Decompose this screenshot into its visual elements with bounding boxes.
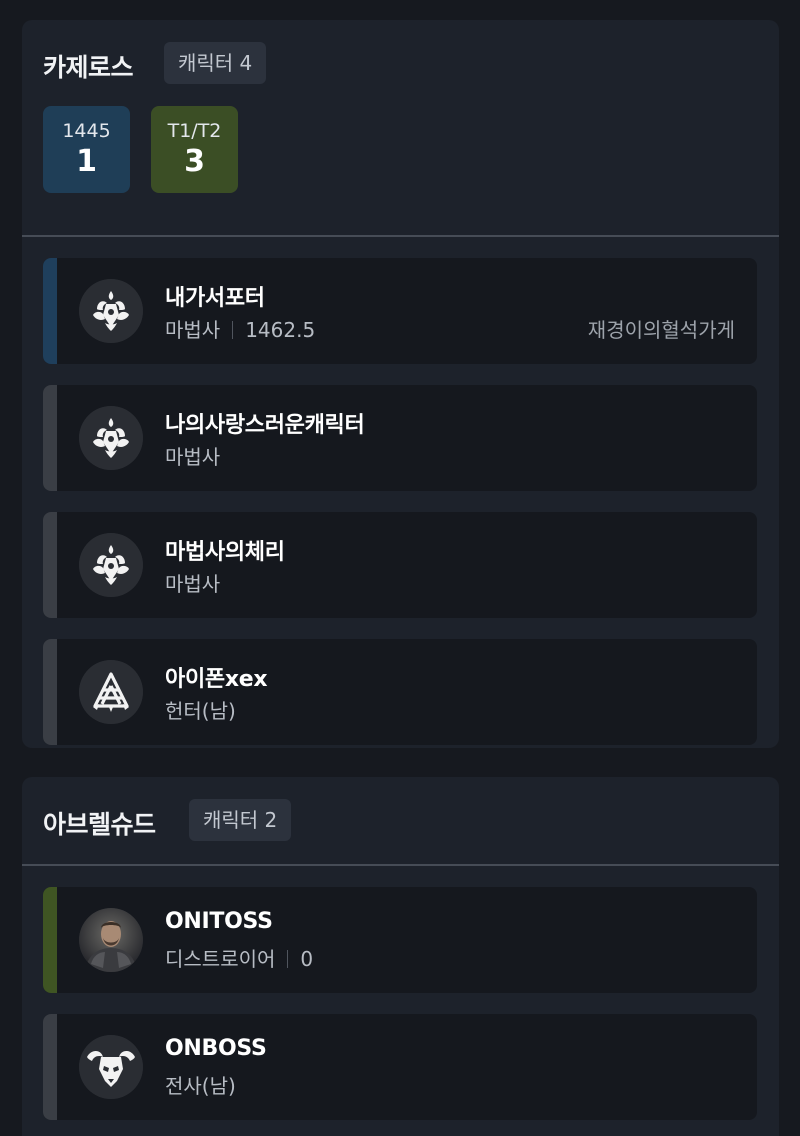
character-name: 아이폰xex xyxy=(165,667,268,692)
stat-box-1445: 1445 1 xyxy=(43,106,130,193)
character-info: 전사(남) xyxy=(165,1070,236,1099)
server-header: 아브렐슈드 캐릭터 2 xyxy=(22,777,779,864)
character-row[interactable]: 내가서포터 마법사 1462.5 재경이의혈석가게 xyxy=(43,258,757,364)
character-class: 전사(남) xyxy=(165,1074,236,1098)
character-class: 헌터(남) xyxy=(165,699,236,723)
character-name: ONBOSS xyxy=(165,1036,267,1061)
character-row[interactable]: ONBOSS 전사(남) xyxy=(43,1014,757,1120)
row-accent-bar xyxy=(43,887,57,993)
row-accent-bar xyxy=(43,512,57,618)
character-info: 마법사 xyxy=(165,441,220,470)
row-accent-bar xyxy=(43,1014,57,1120)
character-info: 마법사 xyxy=(165,568,220,597)
character-row[interactable]: 마법사의체리 마법사 xyxy=(43,512,757,618)
item-level: 1462.5 xyxy=(245,318,316,342)
server-name: 카제로스 xyxy=(43,53,134,82)
character-list-page: 카제로스 캐릭터 4 1445 1 T1/T2 3 내가서포터 마법사 1462… xyxy=(0,0,800,1136)
character-info: 헌터(남) xyxy=(165,695,236,724)
character-info: 마법사 1462.5 xyxy=(165,314,315,343)
sorceress-emblem-icon xyxy=(79,533,143,597)
character-name: 마법사의체리 xyxy=(165,540,285,565)
separator xyxy=(232,321,234,339)
character-count-badge: 캐릭터 2 xyxy=(189,799,292,841)
character-name: ONITOSS xyxy=(165,909,273,934)
stat-label: T1/T2 xyxy=(167,120,222,142)
divider xyxy=(22,864,779,866)
divider xyxy=(22,235,779,237)
row-accent-bar xyxy=(43,385,57,491)
character-class: 마법사 xyxy=(165,572,221,596)
hunter-emblem-icon xyxy=(79,660,143,724)
stat-box-t1t2: T1/T2 3 xyxy=(151,106,238,193)
sorceress-emblem-icon xyxy=(79,406,143,470)
character-count-badge: 캐릭터 4 xyxy=(164,42,267,84)
warrior-emblem-icon xyxy=(79,1035,143,1099)
server-card-abrelshud: 아브렐슈드 캐릭터 2 ONITOSS 디스트로이어 0 ONBOSS 전사(남… xyxy=(22,777,779,1136)
item-level: 0 xyxy=(300,947,314,971)
character-row[interactable]: 나의사랑스러운캐릭터 마법사 xyxy=(43,385,757,491)
character-info: 디스트로이어 0 xyxy=(165,943,313,972)
character-name: 나의사랑스러운캐릭터 xyxy=(165,413,365,438)
server-name: 아브렐슈드 xyxy=(43,810,156,839)
character-name: 내가서포터 xyxy=(165,286,265,311)
character-class: 디스트로이어 xyxy=(165,947,276,971)
separator xyxy=(287,950,289,968)
stat-value: 3 xyxy=(184,144,205,179)
guild-name: 재경이의혈석가게 xyxy=(587,318,735,342)
row-accent-bar xyxy=(43,258,57,364)
character-row[interactable]: ONITOSS 디스트로이어 0 xyxy=(43,887,757,993)
character-portrait xyxy=(79,908,143,972)
server-card-kazeros: 카제로스 캐릭터 4 1445 1 T1/T2 3 내가서포터 마법사 1462… xyxy=(22,20,779,748)
character-row[interactable]: 아이폰xex 헌터(남) xyxy=(43,639,757,745)
character-class: 마법사 xyxy=(165,318,221,342)
stat-label: 1445 xyxy=(62,120,111,142)
server-header: 카제로스 캐릭터 4 1445 1 T1/T2 3 xyxy=(22,20,779,235)
stat-value: 1 xyxy=(76,144,97,179)
sorceress-emblem-icon xyxy=(79,279,143,343)
row-accent-bar xyxy=(43,639,57,745)
character-class: 마법사 xyxy=(165,445,221,469)
